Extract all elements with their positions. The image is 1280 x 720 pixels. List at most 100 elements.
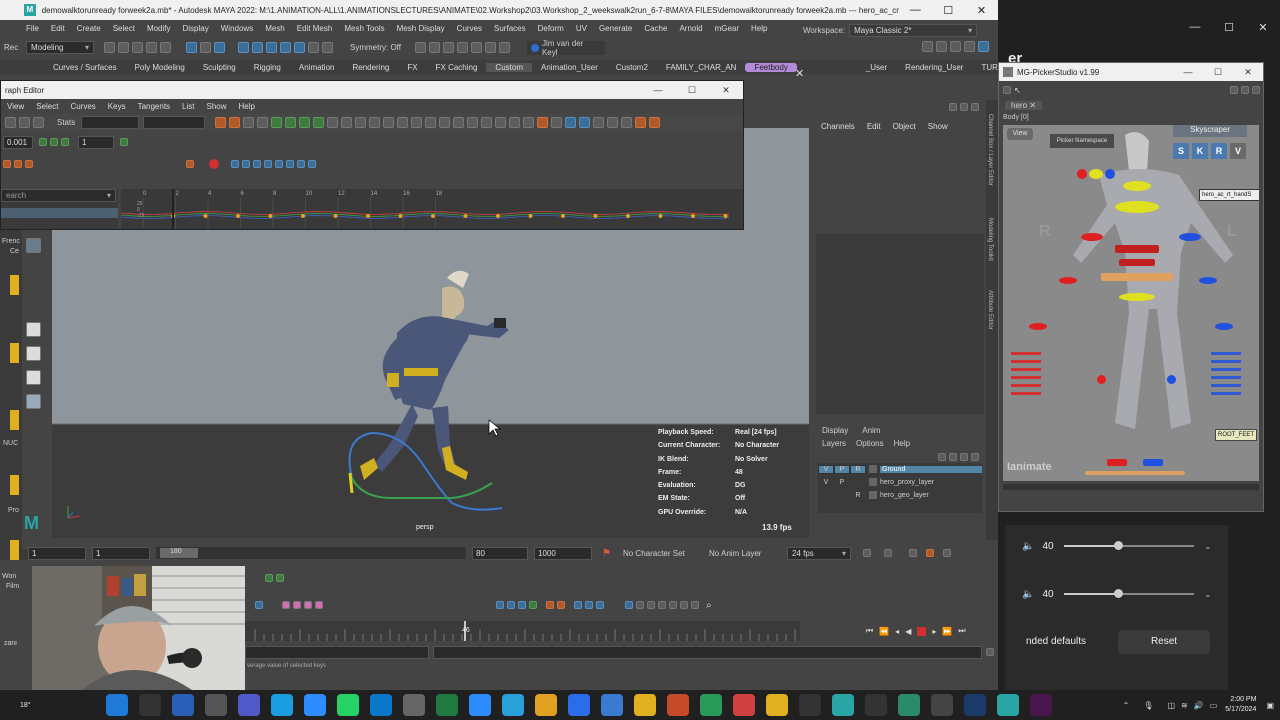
zoom-icon[interactable] bbox=[303, 694, 326, 716]
shelf-tab--user[interactable]: _User bbox=[857, 63, 896, 72]
curve-tool-7-icon[interactable] bbox=[411, 117, 423, 128]
record-icon[interactable] bbox=[209, 159, 219, 169]
curve-tool-12-icon[interactable] bbox=[481, 117, 493, 128]
menu-curves[interactable]: Curves bbox=[457, 24, 482, 33]
anim-layer-label[interactable]: No Anim Layer bbox=[709, 549, 787, 558]
ge-add-icon[interactable] bbox=[39, 138, 47, 146]
tl-tool-17-icon[interactable] bbox=[680, 601, 688, 609]
ge-keyframe[interactable] bbox=[431, 214, 435, 218]
auto-key-icon[interactable]: ⚑ bbox=[602, 548, 611, 559]
play-icon[interactable] bbox=[484, 42, 496, 53]
search-icon[interactable]: ⌕ bbox=[706, 600, 712, 611]
character-set-label[interactable]: No Character Set bbox=[623, 549, 709, 558]
curve-tool-16-icon[interactable] bbox=[537, 117, 549, 128]
notion-icon[interactable] bbox=[930, 694, 953, 716]
curve-tool-3-icon[interactable] bbox=[355, 117, 367, 128]
menu-edit[interactable]: Edit bbox=[51, 24, 65, 33]
tl-key-4-icon[interactable] bbox=[304, 601, 312, 609]
shelf-tab-fx[interactable]: FX bbox=[398, 63, 426, 72]
paint-icon[interactable] bbox=[732, 694, 755, 716]
ctl-eye-r[interactable] bbox=[1077, 169, 1087, 179]
curve-tool-11-icon[interactable] bbox=[467, 117, 479, 128]
volume-slider-1[interactable] bbox=[1064, 541, 1195, 550]
ge-keyframe[interactable] bbox=[626, 214, 630, 218]
curve-tool-10-icon[interactable] bbox=[453, 117, 465, 128]
ctl-spine[interactable] bbox=[1119, 259, 1155, 266]
ge-list-icon[interactable] bbox=[33, 117, 44, 128]
tray-battery-icon[interactable]: ▭ bbox=[1210, 701, 1218, 710]
curve-tool-21-icon[interactable] bbox=[607, 117, 619, 128]
render-icon[interactable] bbox=[414, 42, 426, 53]
step-forward-frame-icon[interactable]: ▸ bbox=[932, 627, 936, 636]
value-field[interactable]: 0.001 bbox=[3, 135, 33, 149]
tl-tool-4-icon[interactable] bbox=[507, 601, 515, 609]
layer-menu-help[interactable]: Help bbox=[894, 439, 910, 448]
tl-tool-18-icon[interactable] bbox=[691, 601, 699, 609]
ge-filter-icon[interactable] bbox=[5, 117, 16, 128]
gear-icon[interactable] bbox=[402, 694, 425, 716]
ge-outliner-list[interactable] bbox=[1, 208, 118, 218]
curve-tool-23-icon[interactable] bbox=[635, 117, 647, 128]
script-editor-icon[interactable] bbox=[986, 648, 994, 656]
curve-tool-24-icon[interactable] bbox=[649, 117, 661, 128]
curve-tool-20-icon[interactable] bbox=[593, 117, 605, 128]
layer-flag-p[interactable]: P bbox=[834, 479, 850, 486]
folder-icon[interactable] bbox=[633, 694, 656, 716]
chrome2-icon[interactable] bbox=[765, 694, 788, 716]
render-settings-icon[interactable] bbox=[442, 42, 454, 53]
tangent-auto-icon[interactable] bbox=[215, 117, 227, 128]
step-back-frame-icon[interactable]: ◂ bbox=[895, 627, 899, 636]
picker-tool-2-icon[interactable] bbox=[1241, 86, 1249, 94]
tl-tool-6-icon[interactable] bbox=[529, 601, 537, 609]
dock-tab-modeling-toolkit[interactable]: Modeling Toolkit bbox=[987, 218, 993, 261]
curve-tool-4-icon[interactable] bbox=[369, 117, 381, 128]
layer-name[interactable]: hero_geo_layer bbox=[880, 492, 982, 499]
ge-curve-a-icon[interactable] bbox=[3, 160, 11, 168]
shelf-tab-poly-modeling[interactable]: Poly Modeling bbox=[126, 63, 194, 72]
cb-menu-object[interactable]: Object bbox=[893, 122, 916, 131]
whatsapp-icon[interactable] bbox=[336, 694, 359, 716]
menu-mesh-display[interactable]: Mesh Display bbox=[397, 24, 445, 33]
curve-tool-8-icon[interactable] bbox=[425, 117, 437, 128]
ctl-hips[interactable] bbox=[1101, 273, 1173, 281]
select-object-icon[interactable] bbox=[200, 42, 211, 53]
snap-grid-icon[interactable] bbox=[238, 42, 249, 53]
ge-grid-icon[interactable] bbox=[19, 117, 30, 128]
folder-icon[interactable] bbox=[10, 475, 19, 495]
excel-icon[interactable] bbox=[435, 694, 458, 716]
curve-tool-2-icon[interactable] bbox=[341, 117, 353, 128]
ge-keyframe[interactable] bbox=[593, 214, 598, 218]
tl-key-3-icon[interactable] bbox=[293, 601, 301, 609]
lock-icon[interactable] bbox=[308, 42, 319, 53]
menu-help[interactable]: Help bbox=[751, 24, 767, 33]
go-to-end-icon[interactable]: ⏭ bbox=[958, 626, 965, 636]
step-back-key-icon[interactable]: ⏪ bbox=[879, 627, 889, 636]
ge-keyframe[interactable] bbox=[301, 214, 305, 218]
layer-flag-r[interactable]: R bbox=[850, 464, 866, 474]
shelf-tab-curves-surfaces[interactable]: Curves / Surfaces bbox=[44, 63, 126, 72]
ge-menu-help[interactable]: Help bbox=[239, 102, 255, 111]
render-view-icon[interactable] bbox=[470, 42, 482, 53]
layer-new-icon[interactable] bbox=[960, 452, 968, 461]
command-field[interactable] bbox=[245, 645, 429, 659]
chrome-icon[interactable] bbox=[534, 694, 557, 716]
range-slider-handle[interactable]: 180 bbox=[160, 548, 198, 558]
ctl-knee-l[interactable] bbox=[1167, 375, 1176, 384]
cb-menu-edit[interactable]: Edit bbox=[867, 122, 881, 131]
ge-tool-1-icon[interactable] bbox=[231, 160, 239, 168]
start-frame-field[interactable]: 1 bbox=[28, 546, 86, 560]
ctl-knee-r[interactable] bbox=[1097, 375, 1106, 384]
tray-wifi-icon[interactable]: ≋ bbox=[1181, 701, 1188, 710]
dock-tab-attribute-editor[interactable]: Attribute Editor bbox=[987, 290, 993, 330]
fingers-r-grid[interactable] bbox=[1011, 351, 1041, 395]
ge-prev-icon[interactable] bbox=[50, 138, 58, 146]
ge-tool-2-icon[interactable] bbox=[242, 160, 250, 168]
inner-start-field[interactable]: 1 bbox=[92, 546, 150, 560]
search-icon[interactable] bbox=[138, 694, 161, 716]
snap-view-icon[interactable] bbox=[280, 42, 291, 53]
step-forward-key-icon[interactable]: ⏩ bbox=[942, 627, 952, 636]
volume-thumb-2[interactable] bbox=[1114, 589, 1124, 598]
ctl-elbow-l[interactable] bbox=[1199, 277, 1217, 284]
tl-key-1-icon[interactable] bbox=[255, 601, 263, 609]
menu-windows[interactable]: Windows bbox=[221, 24, 253, 33]
